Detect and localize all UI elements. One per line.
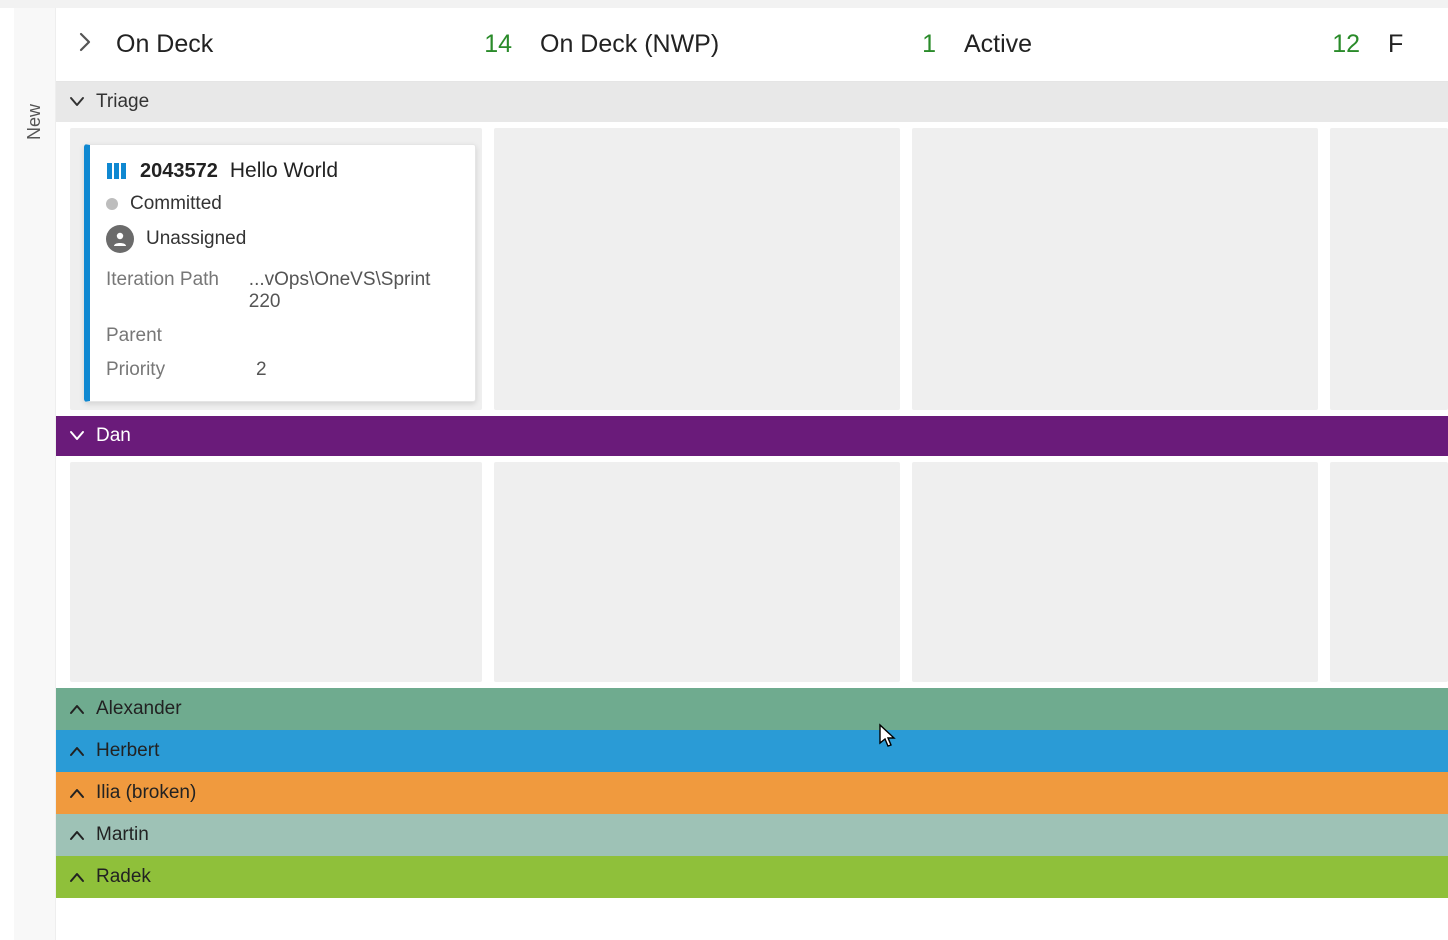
field-iteration-path: Iteration Path ...vOps\OneVS\Sprint 220 xyxy=(106,263,457,319)
field-value: ...vOps\OneVS\Sprint 220 xyxy=(249,269,457,313)
swimlane-label: Herbert xyxy=(96,740,159,762)
work-item-fields: Iteration Path ...vOps\OneVS\Sprint 220 … xyxy=(106,263,457,387)
dropzone-dan-ondeck-nwp[interactable] xyxy=(494,462,900,682)
swimlane-label: Alexander xyxy=(96,698,182,720)
dropzone-dan-partial[interactable] xyxy=(1330,462,1448,682)
column-headers: On Deck 14 On Deck (NWP) 1 Active 12 F xyxy=(56,8,1448,82)
chevron-up-icon xyxy=(68,700,86,718)
swimlane-header-herbert[interactable]: Herbert xyxy=(56,730,1448,772)
swimlane-header-triage[interactable]: Triage xyxy=(56,82,1448,122)
swimlane-header-ilia[interactable]: Ilia (broken) xyxy=(56,772,1448,814)
dropzone-dan-ondeck[interactable] xyxy=(70,462,482,682)
field-label: Priority xyxy=(106,359,256,381)
field-value: 2 xyxy=(256,359,267,381)
work-item-card[interactable]: 2043572 Hello World Committed Unassigned xyxy=(84,144,476,402)
chevron-down-icon xyxy=(68,427,86,445)
dropzone-triage-ondeck[interactable]: 2043572 Hello World Committed Unassigned xyxy=(70,128,482,410)
row-sidebar[interactable]: New xyxy=(14,8,56,940)
swimlane-header-martin[interactable]: Martin xyxy=(56,814,1448,856)
dropzone-triage-ondeck-nwp[interactable] xyxy=(494,128,900,410)
dropzone-triage-active[interactable] xyxy=(912,128,1318,410)
swimlane-header-dan[interactable]: Dan xyxy=(56,416,1448,456)
swimlane-label: Ilia (broken) xyxy=(96,782,196,804)
chevron-right-icon[interactable] xyxy=(77,32,93,58)
board-main: On Deck 14 On Deck (NWP) 1 Active 12 F T xyxy=(56,8,1448,940)
column-header-ondeck-nwp[interactable]: On Deck (NWP) 1 xyxy=(538,30,962,59)
column-header-partial[interactable]: F xyxy=(1386,30,1446,59)
field-priority: Priority 2 xyxy=(106,353,457,387)
swimlane-label: Radek xyxy=(96,866,151,888)
column-title: F xyxy=(1388,30,1403,59)
column-title: Active xyxy=(964,30,1032,59)
dropzone-dan-active[interactable] xyxy=(912,462,1318,682)
person-icon xyxy=(106,225,134,253)
dropzone-triage-partial[interactable] xyxy=(1330,128,1448,410)
column-count: 12 xyxy=(1332,30,1360,59)
board-layout: New On Deck 14 On Deck (NWP) 1 Active 12 xyxy=(0,8,1448,940)
swimlane-label: Triage xyxy=(96,91,149,113)
work-item-title: Hello World xyxy=(230,159,338,183)
column-title: On Deck xyxy=(116,30,213,59)
work-item-type-icon xyxy=(106,161,128,181)
chevron-up-icon xyxy=(68,784,86,802)
swimlane-header-radek[interactable]: Radek xyxy=(56,856,1448,898)
work-item-assignee: Unassigned xyxy=(146,228,246,250)
field-parent: Parent xyxy=(106,319,457,353)
swimlane-body-dan xyxy=(56,456,1448,688)
column-title: On Deck (NWP) xyxy=(540,30,719,59)
swimlane-label: Martin xyxy=(96,824,149,846)
swimlane-header-alexander[interactable]: Alexander xyxy=(56,688,1448,730)
top-strip xyxy=(0,0,1448,8)
board-scroll[interactable]: Triage 2043572 Hello World xyxy=(56,82,1448,940)
expand-cell xyxy=(56,32,114,58)
swimlane-label: Dan xyxy=(96,425,131,447)
chevron-up-icon xyxy=(68,868,86,886)
chevron-up-icon xyxy=(68,826,86,844)
column-count: 14 xyxy=(484,30,512,59)
column-header-ondeck[interactable]: On Deck 14 xyxy=(114,30,538,59)
chevron-down-icon xyxy=(68,93,86,111)
column-header-active[interactable]: Active 12 xyxy=(962,30,1386,59)
work-item-state: Committed xyxy=(130,193,222,215)
field-label: Iteration Path xyxy=(106,269,249,313)
work-item-id: 2043572 xyxy=(140,160,218,183)
state-dot-icon xyxy=(106,198,118,210)
column-count: 1 xyxy=(922,30,936,59)
gutter xyxy=(0,8,14,940)
swimlane-body-triage: 2043572 Hello World Committed Unassigned xyxy=(56,122,1448,416)
field-label: Parent xyxy=(106,325,256,347)
row-label-new: New xyxy=(24,104,45,140)
chevron-up-icon xyxy=(68,742,86,760)
